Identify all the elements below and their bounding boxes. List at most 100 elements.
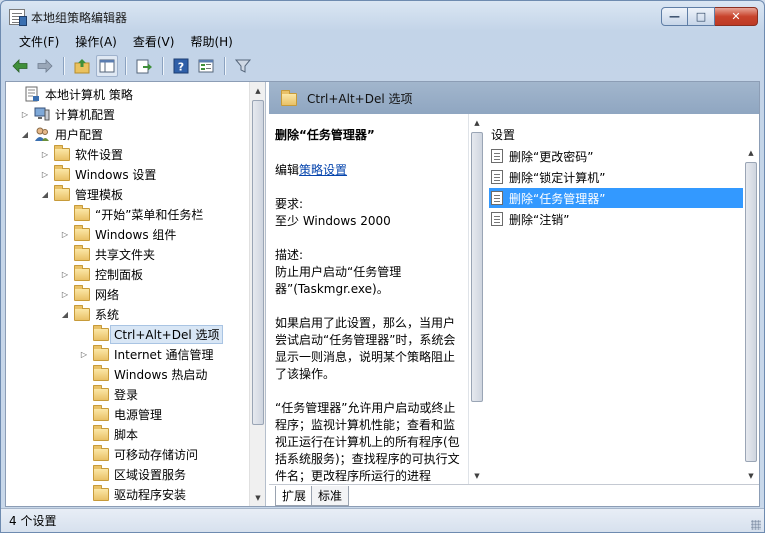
close-button[interactable]: ✕: [715, 7, 758, 26]
tree-item[interactable]: Ctrl+Alt+Del 选项: [79, 324, 224, 344]
show-hide-tree-button[interactable]: [96, 55, 118, 77]
extended-description: 删除“任务管理器” 编辑策略设置 要求: 至少 Windows 2000 描述: 防…: [269, 114, 469, 484]
menu-file[interactable]: 文件(F): [11, 31, 67, 51]
description: 描述: 防止用户启动“任务管理器”(Taskmgr.exe)。: [275, 247, 463, 298]
expand-arrow-icon[interactable]: ▷: [60, 269, 70, 279]
settings-scroll-thumb[interactable]: [745, 162, 757, 462]
tree-item[interactable]: 本地计算机 策略: [10, 84, 133, 104]
folder-open-icon: [93, 325, 109, 342]
tab-extended[interactable]: 扩展: [275, 486, 314, 506]
setting-row[interactable]: 删除“注销”: [489, 209, 759, 229]
setting-row[interactable]: 删除“任务管理器”: [489, 188, 759, 208]
tree-item-label: 登录: [114, 387, 139, 402]
settings-scrollbar[interactable]: ▲ ▼: [743, 144, 759, 484]
description-scroll-thumb[interactable]: [471, 132, 483, 402]
requirements: 要求: 至少 Windows 2000: [275, 196, 463, 230]
properties-button[interactable]: [195, 55, 217, 77]
back-icon: [12, 59, 28, 73]
app-window: 本地组策略编辑器 — □ ✕ 文件(F) 操作(A) 查看(V) 帮助(H) ?…: [0, 0, 765, 533]
scroll-up-icon[interactable]: ▲: [250, 82, 265, 99]
tree-item-label: “开始”菜单和任务栏: [95, 207, 204, 222]
tree-item-label: 计算机配置: [55, 107, 116, 122]
minimize-button[interactable]: —: [661, 7, 688, 26]
maximize-button[interactable]: □: [688, 7, 715, 26]
expand-arrow-icon[interactable]: ▷: [40, 149, 50, 159]
tree-item[interactable]: ▷ 软件设置: [40, 144, 123, 164]
tree-item[interactable]: ▷ Windows 组件: [60, 224, 176, 244]
collapse-arrow-icon[interactable]: ◢: [40, 189, 50, 199]
tree-item[interactable]: ▷ 计算机配置: [20, 104, 115, 124]
tree-item[interactable]: ▷ Windows 设置: [40, 164, 156, 184]
edit-policy-link[interactable]: 策略设置: [299, 163, 347, 177]
status-text: 4 个设置: [9, 514, 57, 528]
tree-item[interactable]: 可移动存储访问: [79, 444, 198, 464]
tree-item[interactable]: “开始”菜单和任务栏: [60, 204, 203, 224]
tree-item[interactable]: ◢ 用户配置: [20, 124, 103, 144]
description-paragraph-2: 如果启用了此设置，那么，当用户尝试启动“任务管理器”时，系统会显示一则消息，说明…: [275, 316, 456, 381]
scroll-down-icon[interactable]: ▼: [469, 467, 485, 484]
settings-list: 设置 删除“更改密码” 删除“锁定计算机” 删除“任务管理器” 删除“注销” ▲ ▼: [485, 114, 759, 484]
tree-item[interactable]: 驱动程序安装: [79, 484, 186, 504]
tree-item[interactable]: 电源管理: [79, 404, 162, 424]
show-hide-tree-icon: [99, 59, 115, 73]
tree-item[interactable]: ▷ 控制面板: [60, 264, 143, 284]
folder-icon: [93, 345, 109, 362]
expand-arrow-icon[interactable]: ▷: [79, 349, 89, 359]
details-header: Ctrl+Alt+Del 选项: [269, 82, 759, 114]
expand-arrow-icon[interactable]: ▷: [20, 109, 30, 119]
setting-row[interactable]: 删除“更改密码”: [489, 146, 759, 166]
tree-item[interactable]: 区域设置服务: [79, 464, 186, 484]
folder-icon: [93, 465, 109, 482]
menu-action[interactable]: 操作(A): [67, 31, 125, 51]
setting-row[interactable]: 删除“锁定计算机”: [489, 167, 759, 187]
tree-item[interactable]: ▷ Internet 通信管理: [79, 344, 213, 364]
tree-item[interactable]: Windows 热启动: [79, 364, 207, 384]
menu-view[interactable]: 查看(V): [125, 31, 183, 51]
tree-item-label: 控制面板: [95, 267, 144, 282]
menu-help[interactable]: 帮助(H): [182, 31, 240, 51]
folder-icon: [93, 485, 109, 502]
help-button[interactable]: ?: [170, 55, 192, 77]
gpedit-app-icon: [9, 9, 27, 26]
settings-column-header[interactable]: 设置: [485, 114, 759, 142]
export-list-button[interactable]: [133, 55, 155, 77]
up-level-button[interactable]: [71, 55, 93, 77]
expand-arrow-icon[interactable]: ▷: [60, 289, 70, 299]
tree-item[interactable]: 脚本: [79, 424, 138, 444]
tree-item[interactable]: ◢ 管理模板: [40, 184, 123, 204]
title-bar: 本地组策略编辑器 — □ ✕: [1, 1, 764, 31]
expand-arrow-icon[interactable]: ▷: [40, 169, 50, 179]
up-folder-icon: [74, 59, 90, 74]
folder-icon: [74, 285, 90, 302]
tree-item[interactable]: ◢ 系统: [60, 304, 119, 324]
expand-arrow-icon[interactable]: ▷: [60, 229, 70, 239]
window-title: 本地组策略编辑器: [31, 11, 128, 25]
resize-grip-icon[interactable]: [751, 520, 761, 530]
tree-item[interactable]: 共享文件夹: [60, 244, 155, 264]
tab-standard[interactable]: 标准: [311, 486, 350, 506]
scroll-up-icon[interactable]: ▲: [469, 114, 485, 131]
tree-item-label: 系统: [95, 307, 120, 322]
filter-button[interactable]: [232, 55, 254, 77]
tree-item-label: 软件设置: [75, 147, 124, 162]
tree-item[interactable]: ▷ 网络: [60, 284, 119, 304]
tree-item[interactable]: 登录: [79, 384, 138, 404]
tree-scrollbar[interactable]: ▲ ▼: [249, 82, 265, 506]
tree-scroll-thumb[interactable]: [252, 100, 264, 425]
forward-button[interactable]: [34, 55, 56, 77]
help-icon: ?: [173, 58, 189, 74]
policy-title: 删除“任务管理器”: [275, 128, 375, 142]
back-button[interactable]: [9, 55, 31, 77]
scroll-down-icon[interactable]: ▼: [743, 467, 759, 484]
collapse-arrow-icon[interactable]: ◢: [60, 309, 70, 319]
setting-label: 删除“更改密码”: [509, 149, 594, 164]
description-scrollbar[interactable]: ▲ ▼: [469, 114, 485, 484]
collapse-arrow-icon[interactable]: ◢: [20, 129, 30, 139]
scroll-up-icon[interactable]: ▲: [743, 144, 759, 161]
filter-icon: [234, 59, 252, 73]
tree-item-label: Windows 设置: [75, 167, 157, 182]
scroll-down-icon[interactable]: ▼: [250, 489, 265, 506]
